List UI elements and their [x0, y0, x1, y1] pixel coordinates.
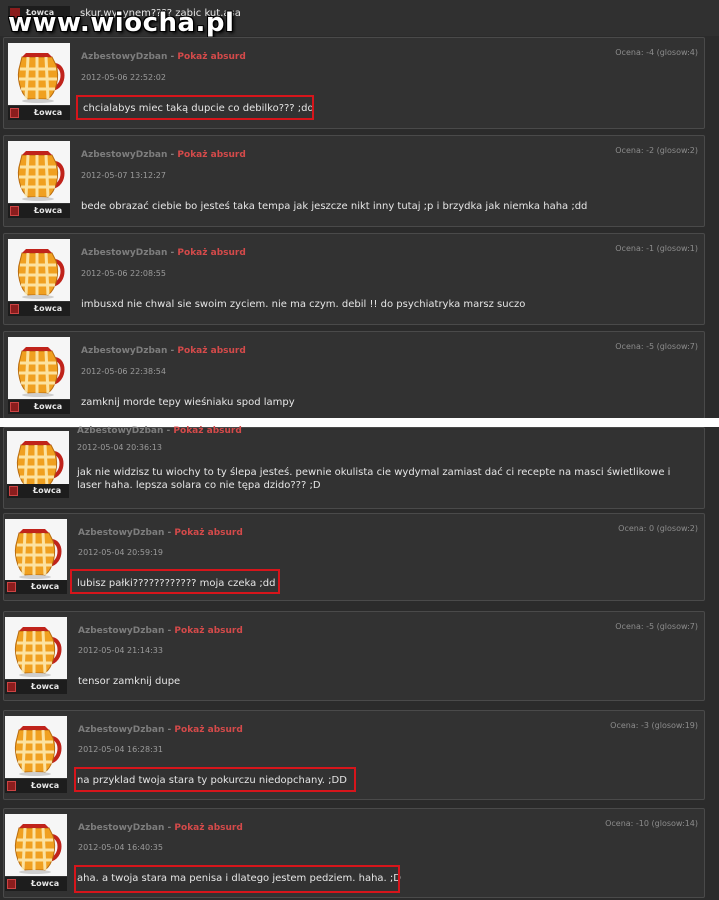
jug-image	[5, 814, 67, 876]
comment-date: 2012-05-06 22:52:02	[81, 73, 166, 82]
comment-date: 2012-05-06 22:08:55	[81, 269, 166, 278]
rank-icon	[7, 879, 16, 889]
comment-date: 2012-05-07 13:12:27	[81, 171, 166, 180]
rating: Ocena: 0 (glosow:2)	[618, 524, 698, 533]
rating: Ocena: -4 (glosow:4)	[615, 48, 698, 57]
rating: Ocena: -5 (glosow:7)	[615, 342, 698, 351]
avatar[interactable]	[8, 141, 70, 203]
comment-text: jak nie widzisz tu wiochy to ty ślepa je…	[77, 467, 671, 491]
comment-card: Łowca AzbestowyDzban - Pokaż absurd 2012…	[3, 808, 705, 898]
rank-icon	[7, 682, 16, 692]
rank-icon	[7, 582, 16, 592]
username-link[interactable]: AzbestowyDzban	[81, 346, 167, 356]
username-link[interactable]: AzbestowyDzban	[81, 248, 167, 258]
jug-image	[8, 337, 70, 399]
avatar[interactable]	[8, 337, 70, 399]
jug-image	[8, 141, 70, 203]
username-link[interactable]: AzbestowyDzban	[81, 52, 167, 62]
comment-text: tensor zamknij dupe	[78, 676, 181, 687]
highlight-box	[74, 767, 356, 792]
username-link[interactable]: AzbestowyDzban	[78, 528, 164, 538]
user-badge: Łowca	[8, 302, 70, 316]
user-badge: Łowca	[5, 680, 67, 694]
username-link[interactable]: AzbestowyDzban	[78, 626, 164, 636]
rating: Ocena: -3 (glosow:19)	[610, 721, 698, 730]
rating: Ocena: -5 (glosow:7)	[615, 622, 698, 631]
show-absurd-link[interactable]: Pokaż absurd	[174, 823, 242, 833]
show-absurd-link[interactable]: Pokaż absurd	[177, 150, 245, 160]
user-badge: Łowca	[5, 779, 67, 793]
username-link[interactable]: AzbestowyDzban	[77, 426, 163, 436]
avatar[interactable]	[5, 814, 67, 876]
jug-image	[5, 519, 67, 581]
user-badge: Łowca	[5, 877, 67, 891]
show-absurd-link[interactable]: Pokaż absurd	[177, 346, 245, 356]
comment-card: Łowca AzbestowyDzban - Pokaż absurd 2012…	[3, 513, 705, 601]
comment-text: zamknij morde tepy wieśniaku spod lampy	[81, 397, 295, 408]
comment-text: imbusxd nie chwal sie swoim zyciem. nie …	[81, 299, 526, 310]
comment-header: AzbestowyDzban - Pokaż absurd	[81, 150, 246, 160]
username-link[interactable]: AzbestowyDzban	[78, 725, 164, 735]
comment-card: Łowca AzbestowyDzban - Pokaż absurd 2012…	[3, 233, 705, 325]
avatar[interactable]	[8, 43, 70, 105]
avatar[interactable]	[5, 519, 67, 581]
user-badge: Łowca	[8, 400, 70, 414]
comment-date: 2012-05-04 20:36:13	[77, 443, 162, 452]
user-badge: Łowca	[5, 580, 67, 594]
comment-date: 2012-05-04 16:40:35	[78, 843, 163, 852]
comment-date: 2012-05-04 20:59:19	[78, 548, 163, 557]
comment-text: bede obrazać ciebie bo jesteś taka tempa…	[81, 201, 588, 212]
jug-image	[8, 239, 70, 301]
comment-date: 2012-05-04 16:28:31	[78, 745, 163, 754]
show-absurd-link[interactable]: Pokaż absurd	[174, 725, 242, 735]
comment-date: 2012-05-04 21:14:33	[78, 646, 163, 655]
comment-card: Łowca AzbestowyDzban - Pokaż absurd 2012…	[3, 135, 705, 227]
user-badge: Łowca	[8, 106, 70, 120]
comment-header: AzbestowyDzban - Pokaż absurd	[81, 346, 246, 356]
rank-icon	[9, 486, 18, 496]
avatar[interactable]	[8, 239, 70, 301]
comment-header: AzbestowyDzban - Pokaż absurd	[81, 52, 246, 62]
comment-header: AzbestowyDzban - Pokaż absurd	[78, 626, 243, 636]
screenshot: Łowca skur.wysynem???? zabic kut.asa www…	[0, 0, 719, 900]
jug-image	[5, 617, 67, 679]
username-link[interactable]: AzbestowyDzban	[81, 150, 167, 160]
site-watermark: www.wiocha.pl	[8, 8, 235, 38]
user-badge: Łowca	[7, 484, 69, 498]
rank-icon	[7, 781, 16, 791]
highlight-box	[74, 865, 400, 893]
rank-icon	[10, 206, 19, 216]
comment-date: 2012-05-06 22:38:54	[81, 367, 166, 376]
show-absurd-link[interactable]: Pokaż absurd	[177, 52, 245, 62]
comment-header: AzbestowyDzban - Pokaż absurd	[78, 528, 243, 538]
rank-icon	[10, 304, 19, 314]
show-absurd-link[interactable]: Pokaż absurd	[174, 528, 242, 538]
comment-card: Łowca AzbestowyDzban - Pokaż absurd 2012…	[3, 331, 705, 419]
comment-header: AzbestowyDzban - Pokaż absurd	[78, 725, 243, 735]
highlight-box	[70, 569, 280, 594]
rating: Ocena: -10 (glosow:14)	[605, 819, 698, 828]
rank-icon	[10, 108, 19, 118]
show-absurd-link[interactable]: Pokaż absurd	[177, 248, 245, 258]
comment-card: Łowca AzbestowyDzban - Pokaż absurd 2012…	[3, 611, 705, 701]
comment-header: AzbestowyDzban - Pokaż absurd	[78, 823, 243, 833]
comment-header: AzbestowyDzban - Pokaż absurd	[77, 426, 242, 436]
highlight-box	[76, 95, 314, 120]
show-absurd-link[interactable]: Pokaż absurd	[173, 426, 241, 436]
rank-icon	[10, 402, 19, 412]
rating: Ocena: -1 (glosow:1)	[615, 244, 698, 253]
comment-card: Łowca AzbestowyDzban - Pokaż absurd 2012…	[3, 37, 705, 129]
comment-header: AzbestowyDzban - Pokaż absurd	[81, 248, 246, 258]
show-absurd-link[interactable]: Pokaż absurd	[174, 626, 242, 636]
username-link[interactable]: AzbestowyDzban	[78, 823, 164, 833]
comment-card: Łowca AzbestowyDzban - Pokaż absurd 2012…	[3, 426, 705, 509]
jug-image	[8, 43, 70, 105]
avatar[interactable]	[5, 617, 67, 679]
rating: Ocena: -2 (glosow:2)	[615, 146, 698, 155]
avatar[interactable]	[5, 716, 67, 778]
user-badge: Łowca	[8, 204, 70, 218]
jug-image	[5, 716, 67, 778]
comment-card: Łowca AzbestowyDzban - Pokaż absurd 2012…	[3, 710, 705, 800]
